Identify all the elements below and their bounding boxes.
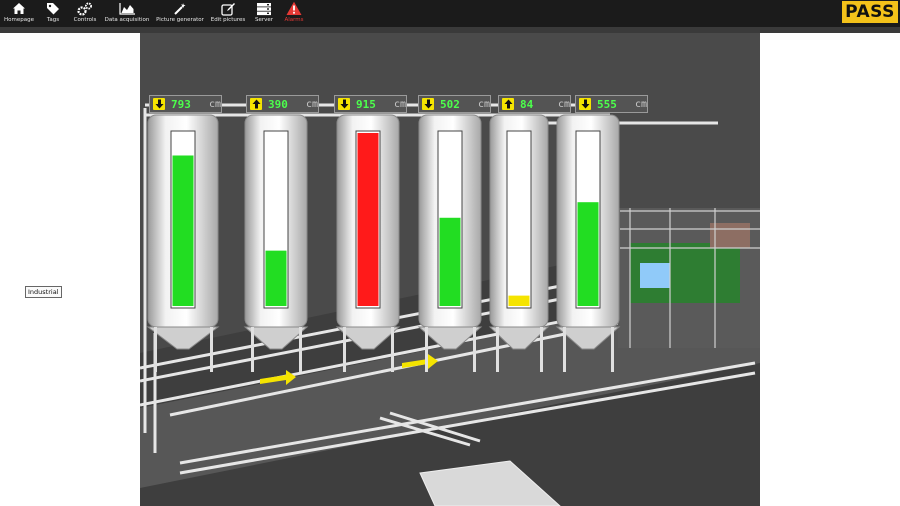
server-icon	[256, 0, 272, 17]
toolbar-label: Data acquisition	[104, 17, 150, 23]
toolbar-homepage[interactable]: Homepage	[4, 0, 34, 27]
level-value: 502	[440, 97, 460, 111]
home-icon	[12, 0, 26, 17]
magic-wand-icon	[173, 0, 187, 17]
tank-leg	[251, 327, 254, 372]
arrow-up-icon	[502, 98, 514, 110]
tank-6[interactable]	[555, 114, 621, 372]
toolbar-label: Alarms	[284, 17, 304, 23]
level-value: 555	[597, 97, 617, 111]
level-unit: cm	[394, 98, 407, 110]
arrow-down-icon	[338, 98, 350, 110]
toolbar-edit-pictures[interactable]: Edit pictures	[211, 0, 245, 27]
level-value: 390	[268, 97, 288, 111]
tank-leg	[154, 327, 157, 372]
arrow-down-icon	[153, 98, 165, 110]
toolbar-label: Picture generator	[156, 17, 204, 23]
tank-5[interactable]	[488, 114, 550, 372]
tank-leg	[496, 327, 499, 372]
arrow-up-icon	[250, 98, 262, 110]
level-value: 84	[520, 97, 534, 111]
tank-1[interactable]	[146, 114, 220, 372]
level-unit: cm	[209, 98, 222, 110]
tank-level-readout[interactable]: 915 cm	[334, 95, 408, 113]
toolbar-label: Homepage	[4, 17, 34, 23]
right-panel	[760, 33, 900, 506]
toolbar-controls[interactable]: Controls	[72, 0, 98, 27]
warning-icon	[286, 0, 302, 17]
level-bar-fill	[172, 155, 194, 306]
level-bar-fill	[265, 250, 287, 306]
industrial-button[interactable]: Industrial	[25, 286, 62, 298]
tank-level-readout[interactable]: 793 cm	[149, 95, 223, 113]
tags-icon	[46, 0, 61, 17]
tank-leg	[563, 327, 566, 372]
toolbar-label: Tags	[46, 17, 60, 23]
left-panel: Industrial	[0, 33, 140, 506]
toolbar-label: Server	[254, 17, 274, 23]
level-bar-fill	[508, 295, 530, 306]
tank-leg	[611, 327, 614, 372]
main-toolbar: Homepage Tags Controls Data acquisition …	[0, 0, 900, 27]
equipment-cluster	[618, 208, 760, 348]
tank-leg	[540, 327, 543, 372]
tank-leg	[391, 327, 394, 372]
toolbar-picture-generator[interactable]: Picture generator	[156, 0, 204, 27]
gears-icon	[77, 0, 93, 17]
arrow-down-icon	[422, 98, 434, 110]
tank-level-readout[interactable]: 502 cm	[418, 95, 492, 113]
tank-3[interactable]	[335, 114, 401, 372]
level-unit: cm	[478, 98, 491, 110]
level-value: 915	[356, 97, 376, 111]
level-unit: cm	[306, 98, 319, 110]
toolbar-server[interactable]: Server	[252, 0, 276, 27]
level-unit: cm	[635, 98, 648, 110]
plant-scene: 793 cm 390 cm 915 cm 502 cm 84 cm 555 cm	[140, 33, 760, 506]
tank-leg	[425, 327, 428, 372]
tank-level-readout[interactable]: 390 cm	[246, 95, 320, 113]
tank-level-readout[interactable]: 84 cm	[498, 95, 572, 113]
pass-logo: PASS	[842, 1, 898, 23]
tank-4[interactable]	[417, 114, 483, 372]
level-bar-fill	[357, 133, 379, 306]
level-unit: cm	[558, 98, 571, 110]
tank-leg	[343, 327, 346, 372]
level-value: 793	[171, 97, 191, 111]
toolbar-data-acquisition[interactable]: Data acquisition	[104, 0, 150, 27]
area-chart-icon	[118, 0, 136, 17]
toolbar-label: Edit pictures	[210, 17, 246, 23]
tank-2[interactable]	[243, 114, 309, 372]
level-bar-frame	[506, 130, 532, 309]
edit-icon	[220, 0, 236, 17]
tank-leg	[473, 327, 476, 372]
tank-level-readout[interactable]: 555 cm	[575, 95, 649, 113]
toolbar-label: Controls	[73, 17, 97, 23]
tank-leg	[299, 327, 302, 372]
tank-leg	[210, 327, 213, 372]
toolbar-tags[interactable]: Tags	[42, 0, 64, 27]
level-bar-fill	[439, 217, 461, 306]
toolbar-alarms[interactable]: Alarms	[282, 0, 306, 27]
arrow-down-icon	[579, 98, 591, 110]
level-bar-fill	[577, 202, 599, 306]
